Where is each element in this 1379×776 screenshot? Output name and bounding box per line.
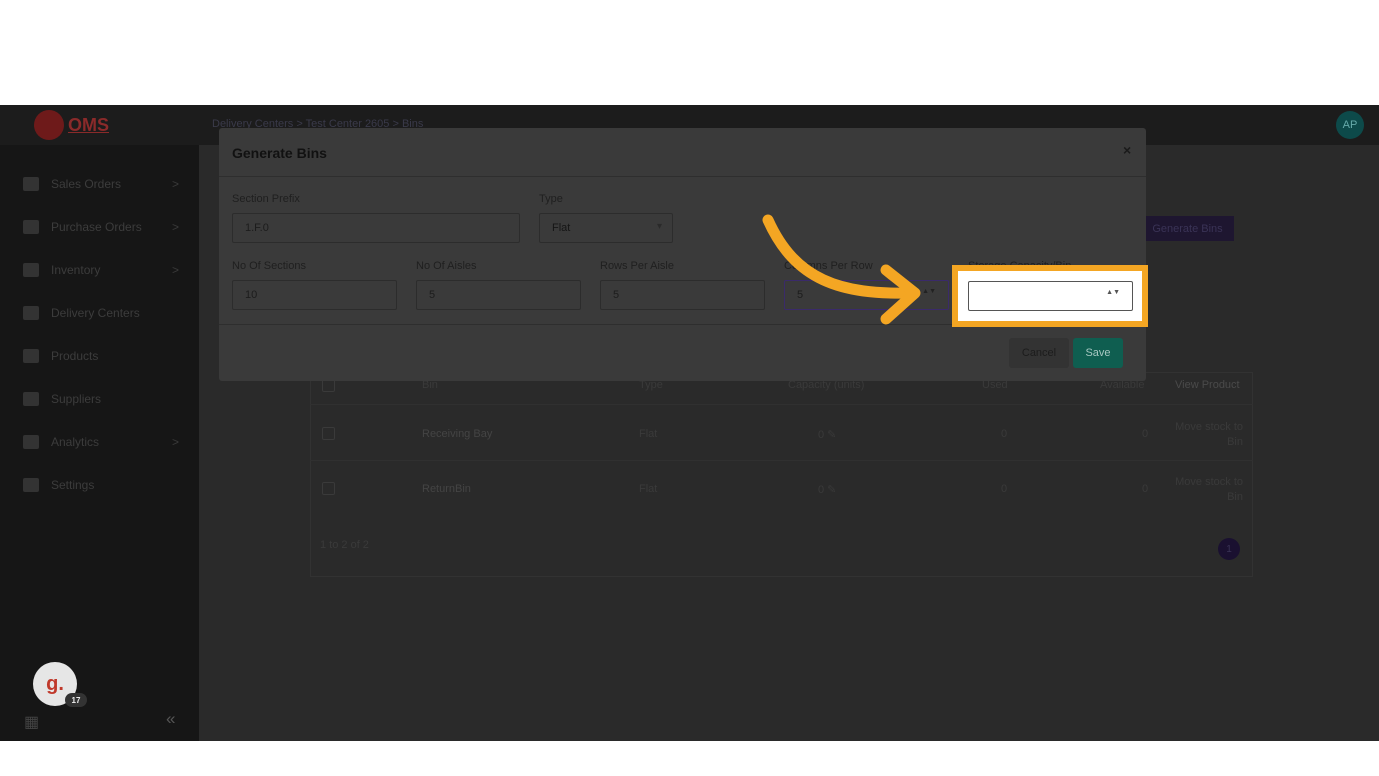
pointer-arrow-icon [762,214,921,325]
app-window: OMS Delivery Centers > Test Center 2605 … [0,105,1379,741]
